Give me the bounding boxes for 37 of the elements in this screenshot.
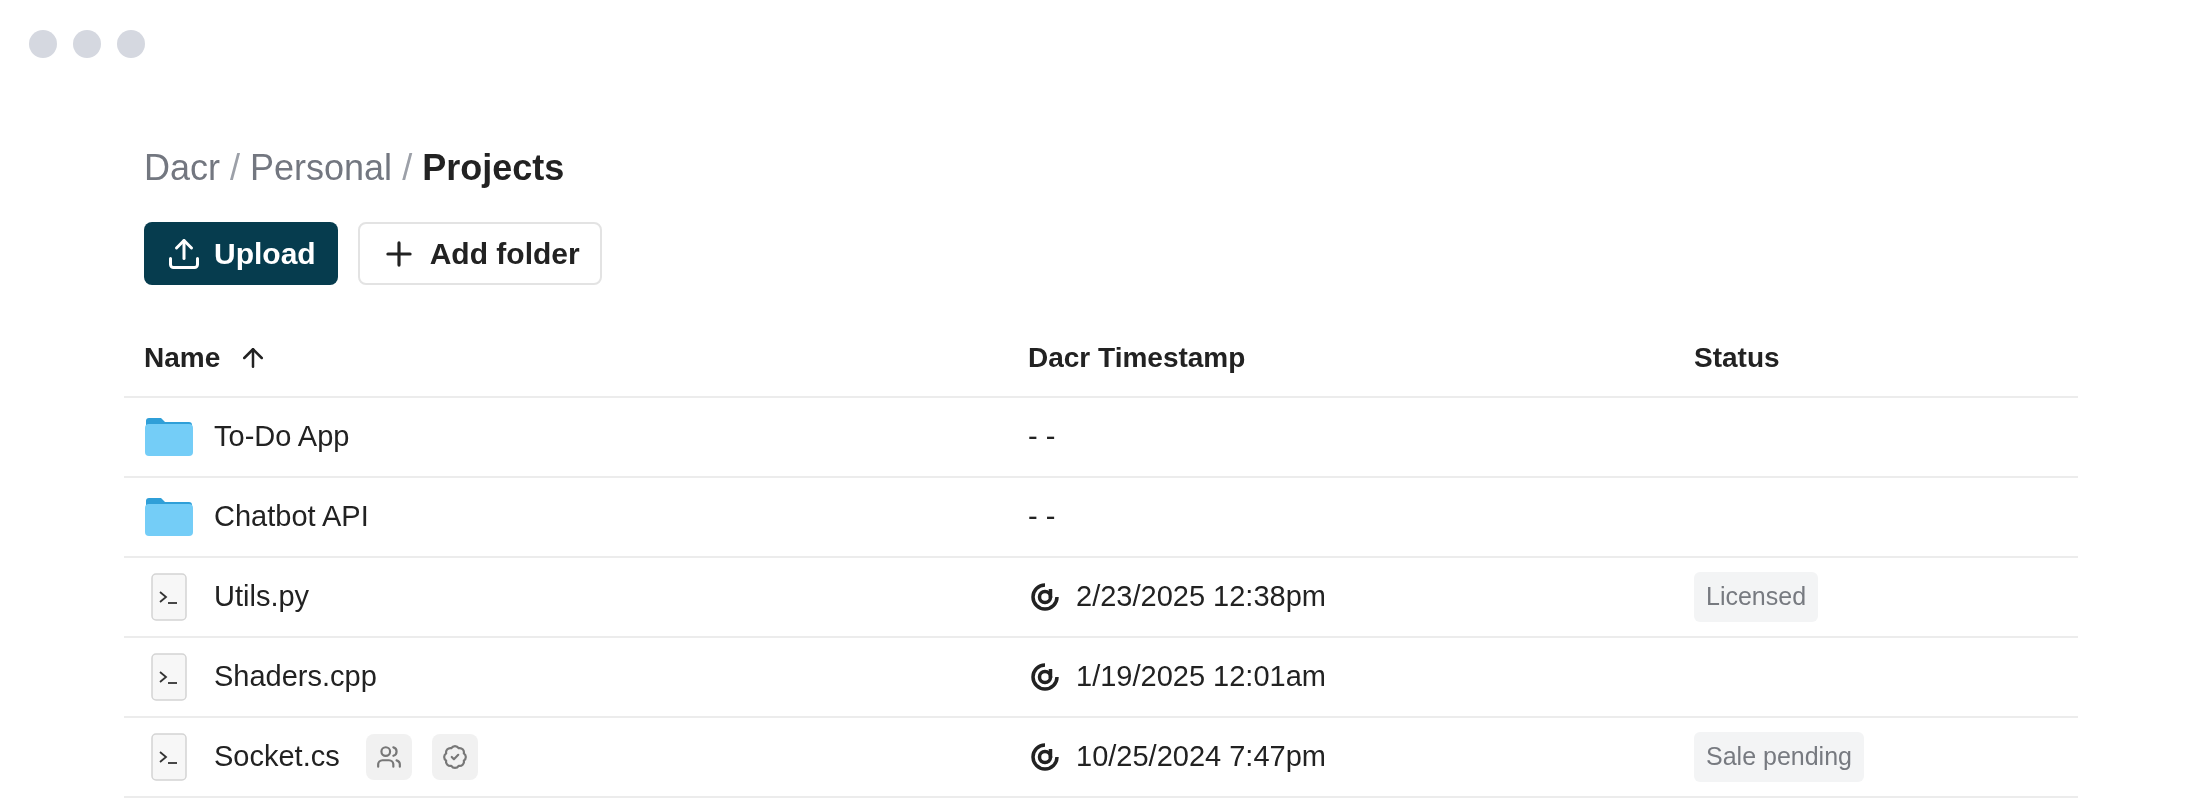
file-name[interactable]: Shaders.cpp [214,655,377,699]
table-row[interactable]: Socket.cs 10/25/2024 7:47pm Sale pending [124,718,2078,798]
timestamp: - - [1028,499,1056,535]
timestamp: 2/23/2025 12:38pm [1076,579,1326,615]
breadcrumb-separator: / [402,146,413,190]
file-name[interactable]: Chatbot API [214,495,369,539]
terminal-file-icon [151,573,187,621]
column-header[interactable]: Status [1694,337,1780,379]
file-name[interactable]: Utils.py [214,575,310,619]
folder-icon [144,417,194,457]
table-row[interactable]: Utils.py 2/23/2025 12:38pm Licensed [124,558,2078,638]
verified-badge-icon[interactable] [431,734,478,780]
folder-icon [144,497,194,537]
upload-button[interactable]: Upload [144,222,338,285]
shared-users-icon[interactable] [365,734,412,780]
column-header[interactable]: Dacr Timestamp [1028,337,1246,379]
terminal-file-icon [151,653,187,701]
column-header[interactable]: Name [144,337,221,379]
table-row[interactable]: Chatbot API - - [124,478,2078,558]
add-folder-button[interactable]: Add folder [357,222,602,285]
terminal-file-icon [151,733,187,781]
breadcrumb-link[interactable]: Dacr [144,146,220,190]
stamp-logo-icon [1028,580,1062,614]
file-name[interactable]: Socket.cs [214,735,340,779]
timestamp: 10/25/2024 7:47pm [1076,739,1326,775]
stamp-logo-icon [1028,660,1062,694]
breadcrumb-separator: / [230,146,241,190]
file-name[interactable]: To-Do App [214,415,350,459]
timestamp: - - [1028,419,1056,455]
stamp-logo-icon [1028,740,1062,774]
status-tag: Sale pending [1694,732,1864,782]
timestamp: 1/19/2025 12:01am [1076,659,1326,695]
breadcrumb-link[interactable]: Personal [250,146,393,190]
table-row[interactable]: To-Do App - - [124,398,2078,478]
status-tag: Licensed [1694,572,1819,622]
breadcrumb-link[interactable]: Projects [422,146,565,190]
table-row[interactable]: Shaders.cpp 1/19/2025 12:01am [124,638,2078,718]
